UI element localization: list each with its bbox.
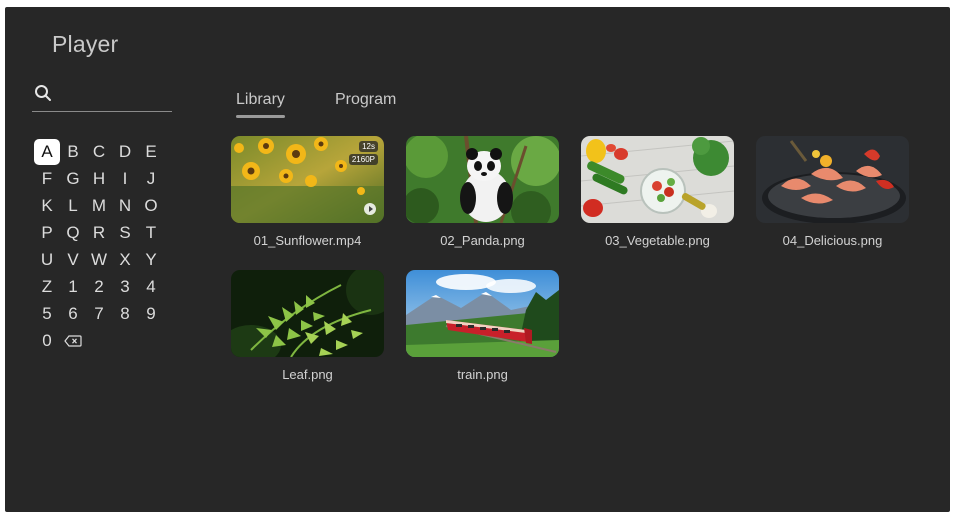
- key-n[interactable]: N: [112, 192, 138, 219]
- search-input[interactable]: [58, 81, 172, 109]
- media-item[interactable]: 03_Vegetable.png: [581, 136, 734, 248]
- key-s[interactable]: S: [112, 219, 138, 246]
- key-v[interactable]: V: [60, 246, 86, 273]
- key-i[interactable]: I: [112, 165, 138, 192]
- key-d[interactable]: D: [112, 138, 138, 165]
- sunflower-thumbnail: 12s 2160P: [231, 136, 384, 223]
- tab-selected-indicator: [236, 115, 285, 118]
- on-screen-keyboard: A B C D E F G H I J K L M N O P Q R S T: [34, 138, 174, 354]
- key-k[interactable]: K: [34, 192, 60, 219]
- keyboard-row: P Q R S T: [34, 219, 174, 246]
- key-3[interactable]: 3: [112, 273, 138, 300]
- keyboard-row: K L M N O: [34, 192, 174, 219]
- delete-key[interactable]: [60, 327, 86, 354]
- key-t[interactable]: T: [138, 219, 164, 246]
- search-box[interactable]: [32, 79, 172, 112]
- key-e[interactable]: E: [138, 138, 164, 165]
- key-o[interactable]: O: [138, 192, 164, 219]
- media-item[interactable]: 04_Delicious.png: [756, 136, 909, 248]
- key-r[interactable]: R: [86, 219, 112, 246]
- keyboard-row: U V W X Y: [34, 246, 174, 273]
- media-name: 02_Panda.png: [440, 233, 525, 248]
- key-c[interactable]: C: [86, 138, 112, 165]
- media-item[interactable]: 12s 2160P 01_Sunflower.mp4: [231, 136, 384, 248]
- key-0[interactable]: 0: [34, 327, 60, 354]
- key-q[interactable]: Q: [60, 219, 86, 246]
- vegetable-thumbnail: [581, 136, 734, 223]
- key-7[interactable]: 7: [86, 300, 112, 327]
- duration-badge: 12s: [359, 141, 378, 152]
- key-b[interactable]: B: [60, 138, 86, 165]
- key-w[interactable]: W: [86, 246, 112, 273]
- media-name: 01_Sunflower.mp4: [253, 233, 362, 248]
- media-item[interactable]: Leaf.png: [231, 270, 384, 382]
- key-h[interactable]: H: [86, 165, 112, 192]
- keyboard-row: 0: [34, 327, 174, 354]
- key-j[interactable]: J: [138, 165, 164, 192]
- media-item[interactable]: 02_Panda.png: [406, 136, 559, 248]
- keyboard-row: F G H I J: [34, 165, 174, 192]
- panda-thumbnail: [406, 136, 559, 223]
- keyboard-row: A B C D E: [34, 138, 174, 165]
- media-name: 03_Vegetable.png: [605, 233, 710, 248]
- media-item[interactable]: train.png: [406, 270, 559, 382]
- key-m[interactable]: M: [86, 192, 112, 219]
- play-icon: [364, 203, 376, 215]
- key-l[interactable]: L: [60, 192, 86, 219]
- leaf-thumbnail: [231, 270, 384, 357]
- key-p[interactable]: P: [34, 219, 60, 246]
- key-8[interactable]: 8: [112, 300, 138, 327]
- player-screen: Player A B C D E F G H I J K L M N O P Q…: [5, 7, 950, 512]
- key-u[interactable]: U: [34, 246, 60, 273]
- keyboard-row: Z 1 2 3 4: [34, 273, 174, 300]
- delicious-thumbnail: [756, 136, 909, 223]
- media-name: Leaf.png: [282, 367, 333, 382]
- key-6[interactable]: 6: [60, 300, 86, 327]
- key-1[interactable]: 1: [60, 273, 86, 300]
- tab-program[interactable]: Program: [335, 91, 396, 109]
- media-name: train.png: [457, 367, 508, 382]
- resolution-badge: 2160P: [348, 154, 378, 165]
- key-x[interactable]: X: [112, 246, 138, 273]
- tab-library[interactable]: Library: [236, 91, 285, 109]
- backspace-icon: [64, 334, 82, 347]
- keyboard-row: 5 6 7 8 9: [34, 300, 174, 327]
- search-icon[interactable]: [34, 84, 52, 102]
- key-4[interactable]: 4: [138, 273, 164, 300]
- key-z[interactable]: Z: [34, 273, 60, 300]
- key-y[interactable]: Y: [138, 246, 164, 273]
- app-title: Player: [52, 31, 119, 57]
- key-5[interactable]: 5: [34, 300, 60, 327]
- key-a[interactable]: A: [34, 139, 60, 165]
- key-f[interactable]: F: [34, 165, 60, 192]
- key-2[interactable]: 2: [86, 273, 112, 300]
- key-9[interactable]: 9: [138, 300, 164, 327]
- media-name: 04_Delicious.png: [782, 233, 883, 248]
- train-thumbnail: [406, 270, 559, 357]
- key-g[interactable]: G: [60, 165, 86, 192]
